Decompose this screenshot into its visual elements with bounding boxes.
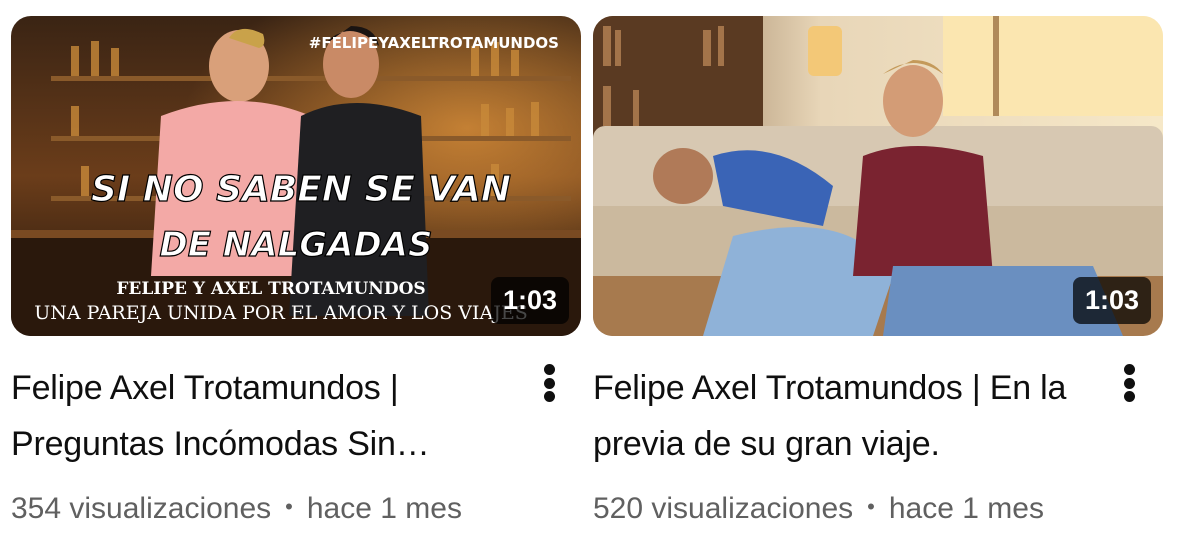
upload-age: hace 1 mes xyxy=(306,492,462,525)
thumbnail-headline-2: DE NALGADAS xyxy=(160,225,433,265)
video-thumbnail[interactable]: 1:03 xyxy=(593,16,1163,336)
thumbnail-subtitle-1: FELIPE Y AXEL TROTAMUNDOS xyxy=(116,279,425,299)
upload-age: hace 1 mes xyxy=(888,492,1044,525)
video-meta: 354 visualizaciones • hace 1 mes xyxy=(11,492,462,526)
duration-badge: 1:03 xyxy=(1072,277,1151,324)
view-count: 354 visualizaciones xyxy=(11,492,272,525)
video-thumbnail[interactable]: #FELIPEYAXELTROTAMUNDOS SI NO SABEN SE V… xyxy=(11,16,581,336)
video-card-2[interactable]: 1:03 Felipe Axel Trotamundos | En la pre… xyxy=(593,0,1163,539)
video-card-1[interactable]: #FELIPEYAXELTROTAMUNDOS SI NO SABEN SE V… xyxy=(11,0,581,539)
more-vertical-icon[interactable] xyxy=(1113,358,1145,408)
view-count: 520 visualizaciones xyxy=(593,492,854,525)
thumbnail-headline-1: SI NO SABEN SE VAN xyxy=(91,169,511,210)
meta-separator: • xyxy=(867,494,875,519)
meta-separator: • xyxy=(285,494,293,519)
thumbnail-subtitle-2: UNA PAREJA UNIDA POR EL AMOR Y LOS VIAJE… xyxy=(34,302,527,324)
thumbnail-hashtag: #FELIPEYAXELTROTAMUNDOS xyxy=(309,34,559,52)
video-title[interactable]: Felipe Axel Trotamundos | Preguntas Incó… xyxy=(11,360,511,472)
video-meta: 520 visualizaciones • hace 1 mes xyxy=(593,492,1044,526)
video-title[interactable]: Felipe Axel Trotamundos | En la previa d… xyxy=(593,360,1093,472)
duration-badge: 1:03 xyxy=(490,277,569,324)
more-vertical-icon[interactable] xyxy=(533,358,565,408)
